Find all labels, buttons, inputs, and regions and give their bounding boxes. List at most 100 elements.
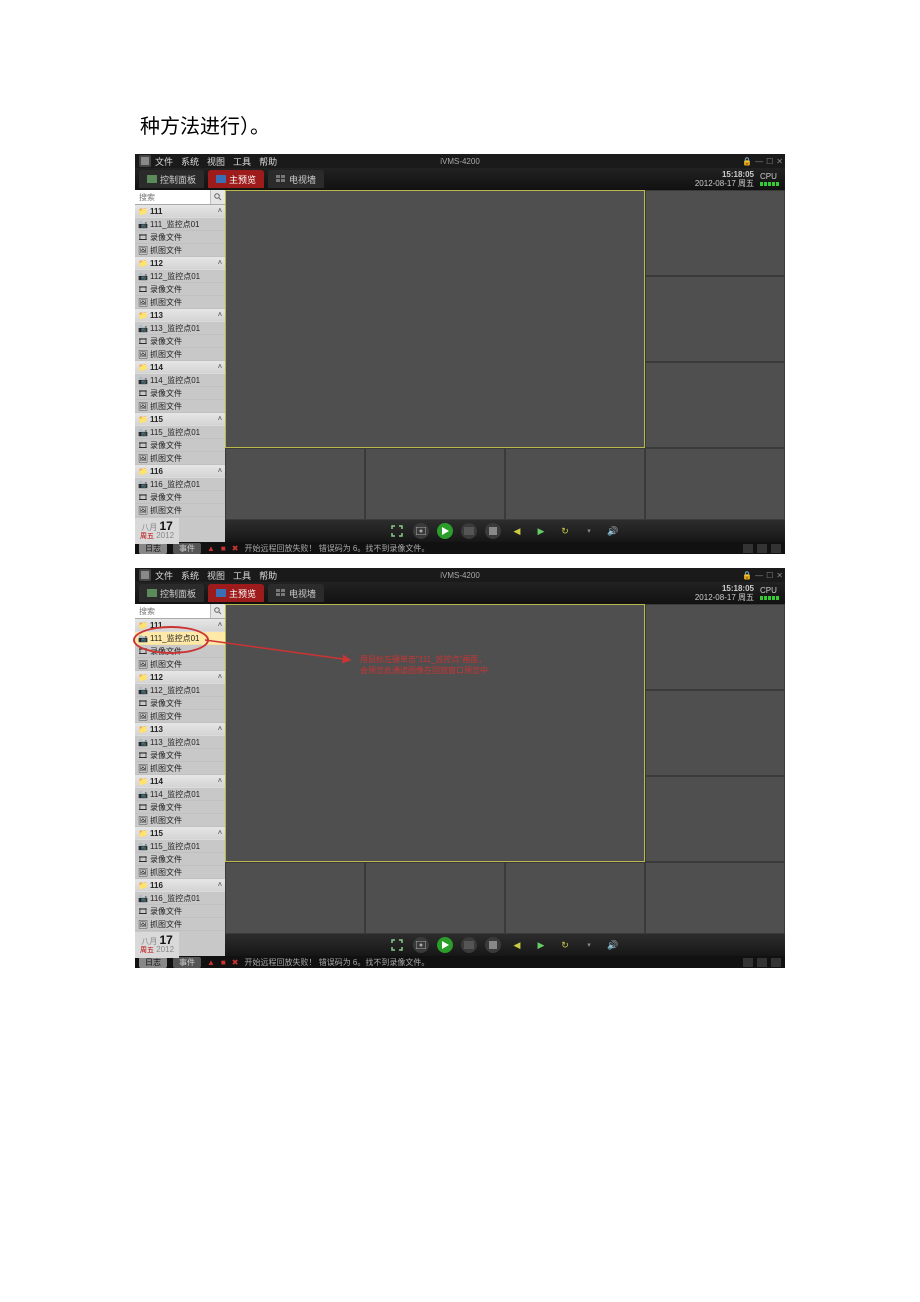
status-btn[interactable] [771, 544, 781, 553]
menu-tools[interactable]: 工具 [233, 569, 251, 582]
video-tile[interactable] [645, 776, 785, 862]
tree-item-recording[interactable]: 🎞录像文件 [135, 283, 225, 296]
record-all-icon[interactable] [461, 937, 477, 953]
status-tab-event[interactable]: 事件 [173, 543, 201, 554]
tree-item-snapshot[interactable]: 🖼抓图文件 [135, 296, 225, 309]
lock-icon[interactable]: 🔒 [742, 571, 752, 580]
fullscreen-icon[interactable] [389, 523, 405, 539]
status-tab-log[interactable]: 日志 [139, 957, 167, 968]
next-icon[interactable]: ▶ [533, 937, 549, 953]
tab-main-preview[interactable]: 主预览 [208, 584, 264, 602]
tree-item-recording[interactable]: 🎞录像文件 [135, 645, 225, 658]
minimize-icon[interactable]: — [755, 571, 763, 580]
device-tree[interactable]: 📁111˄📷111_监控点01🎞录像文件🖼抓图文件📁112˄📷112_监控点01… [135, 205, 225, 542]
tab-tv-wall[interactable]: 电视墙 [268, 170, 324, 188]
snapshot-icon[interactable] [413, 937, 429, 953]
status-btn[interactable] [743, 544, 753, 553]
snapshot-icon[interactable] [413, 523, 429, 539]
tree-group[interactable]: 📁112˄ [135, 257, 225, 270]
lock-icon[interactable]: 🔒 [742, 157, 752, 166]
tree-item-recording[interactable]: 🎞录像文件 [135, 749, 225, 762]
tree-group[interactable]: 📁111˄ [135, 205, 225, 218]
video-tile-main[interactable] [225, 190, 645, 448]
tree-item-camera[interactable]: 📷114_监控点01 [135, 374, 225, 387]
tab-main-preview[interactable]: 主预览 [208, 170, 264, 188]
minimize-icon[interactable]: — [755, 157, 763, 166]
tab-control-panel[interactable]: 控制面板 [139, 170, 204, 188]
menu-file[interactable]: 文件 [155, 155, 173, 168]
maximize-icon[interactable]: ☐ [766, 157, 773, 166]
tree-item-snapshot[interactable]: 🖼抓图文件 [135, 452, 225, 465]
menu-system[interactable]: 系统 [181, 155, 199, 168]
search-input[interactable] [135, 605, 210, 617]
tree-group[interactable]: 📁116˄ [135, 879, 225, 892]
menu-tools[interactable]: 工具 [233, 155, 251, 168]
tree-item-camera[interactable]: 📷116_监控点01 [135, 892, 225, 905]
close-icon[interactable]: ✕ [776, 157, 783, 166]
tree-item-snapshot[interactable]: 🖼抓图文件 [135, 348, 225, 361]
status-tab-log[interactable]: 日志 [139, 543, 167, 554]
caret-down-icon[interactable]: ▾ [581, 523, 597, 539]
tree-item-recording[interactable]: 🎞录像文件 [135, 387, 225, 400]
tree-item-snapshot[interactable]: 🖼抓图文件 [135, 814, 225, 827]
cycle-icon[interactable]: ↻ [557, 523, 573, 539]
tree-item-recording[interactable]: 🎞录像文件 [135, 697, 225, 710]
device-tree[interactable]: 📁111˄📷111_监控点01🎞录像文件🖼抓图文件📁112˄📷112_监控点01… [135, 619, 225, 956]
status-btn[interactable] [743, 958, 753, 967]
video-tile[interactable] [645, 190, 785, 276]
caret-down-icon[interactable]: ▾ [581, 937, 597, 953]
stop-all-icon[interactable] [485, 523, 501, 539]
prev-icon[interactable]: ◀ [509, 523, 525, 539]
video-tile[interactable] [645, 862, 785, 934]
menu-help[interactable]: 帮助 [259, 155, 277, 168]
video-tile[interactable] [365, 862, 505, 934]
tree-item-camera[interactable]: 📷115_监控点01 [135, 840, 225, 853]
tree-item-camera[interactable]: 📷111_监控点01 [135, 632, 225, 645]
record-all-icon[interactable] [461, 523, 477, 539]
play-icon[interactable] [437, 523, 453, 539]
status-btn[interactable] [771, 958, 781, 967]
video-tile[interactable] [365, 448, 505, 520]
tree-item-recording[interactable]: 🎞录像文件 [135, 335, 225, 348]
tree-item-recording[interactable]: 🎞录像文件 [135, 853, 225, 866]
search-icon[interactable] [210, 190, 225, 204]
volume-icon[interactable]: 🔊 [605, 523, 621, 539]
menu-view[interactable]: 视图 [207, 569, 225, 582]
tree-group[interactable]: 📁113˄ [135, 723, 225, 736]
video-tile[interactable] [505, 862, 645, 934]
tree-item-camera[interactable]: 📷111_监控点01 [135, 218, 225, 231]
video-tile[interactable] [645, 604, 785, 690]
tree-group[interactable]: 📁111˄ [135, 619, 225, 632]
calendar-widget[interactable]: 八月 17 周五 2012 [135, 518, 179, 544]
tree-item-snapshot[interactable]: 🖼抓图文件 [135, 866, 225, 879]
video-tile[interactable] [645, 362, 785, 448]
status-tab-event[interactable]: 事件 [173, 957, 201, 968]
tree-item-camera[interactable]: 📷112_监控点01 [135, 684, 225, 697]
tab-tv-wall[interactable]: 电视墙 [268, 584, 324, 602]
maximize-icon[interactable]: ☐ [766, 571, 773, 580]
search-icon[interactable] [210, 604, 225, 618]
tree-item-snapshot[interactable]: 🖼抓图文件 [135, 504, 225, 517]
video-tile[interactable] [225, 862, 365, 934]
video-tile[interactable] [225, 448, 365, 520]
status-btn[interactable] [757, 958, 767, 967]
stop-all-icon[interactable] [485, 937, 501, 953]
tree-item-snapshot[interactable]: 🖼抓图文件 [135, 762, 225, 775]
video-tile-main[interactable] [225, 604, 645, 862]
tree-item-camera[interactable]: 📷113_监控点01 [135, 736, 225, 749]
tree-group[interactable]: 📁116˄ [135, 465, 225, 478]
tree-item-snapshot[interactable]: 🖼抓图文件 [135, 918, 225, 931]
tree-item-recording[interactable]: 🎞录像文件 [135, 905, 225, 918]
menu-file[interactable]: 文件 [155, 569, 173, 582]
prev-icon[interactable]: ◀ [509, 937, 525, 953]
tree-group[interactable]: 📁113˄ [135, 309, 225, 322]
tree-group[interactable]: 📁115˄ [135, 827, 225, 840]
tree-group[interactable]: 📁114˄ [135, 361, 225, 374]
video-tile[interactable] [645, 448, 785, 520]
tree-item-recording[interactable]: 🎞录像文件 [135, 491, 225, 504]
tree-item-camera[interactable]: 📷115_监控点01 [135, 426, 225, 439]
fullscreen-icon[interactable] [389, 937, 405, 953]
menu-view[interactable]: 视图 [207, 155, 225, 168]
tree-group[interactable]: 📁115˄ [135, 413, 225, 426]
close-icon[interactable]: ✕ [776, 571, 783, 580]
